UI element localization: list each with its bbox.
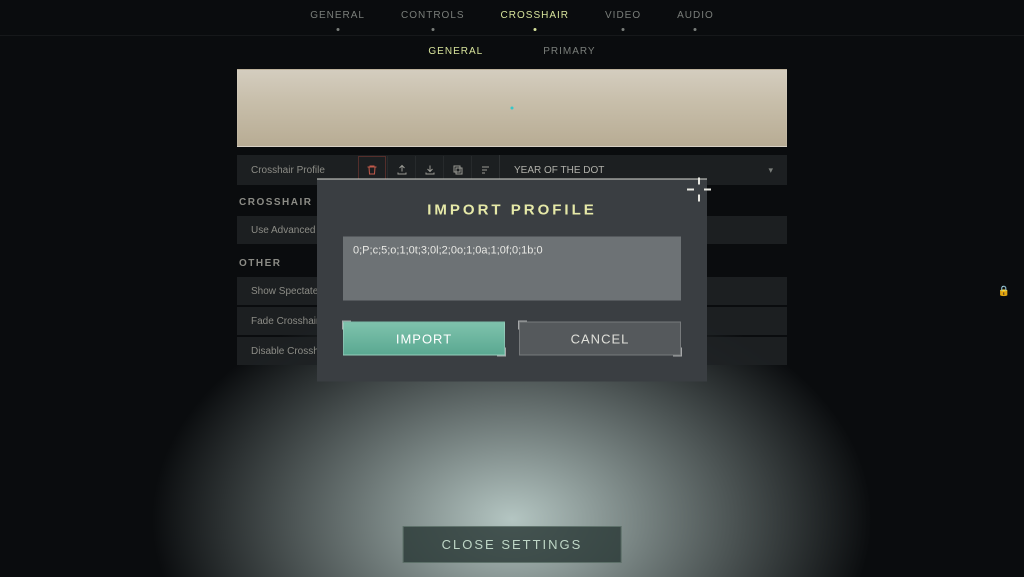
nav-controls[interactable]: CONTROLS	[401, 10, 465, 31]
top-nav: GENERAL CONTROLS CROSSHAIR VIDEO AUDIO	[0, 0, 1024, 36]
nav-general[interactable]: GENERAL	[310, 10, 365, 31]
close-modal-button[interactable]	[685, 176, 713, 204]
lock-icon: 🔒	[998, 286, 1010, 297]
profile-label: Crosshair Profile	[237, 165, 357, 176]
chevron-down-icon: ▾	[768, 165, 773, 176]
subnav-primary[interactable]: PRIMARY	[543, 46, 595, 57]
sub-nav: GENERAL PRIMARY	[0, 36, 1024, 65]
modal-title: IMPORT PROFILE	[343, 202, 681, 219]
nav-crosshair[interactable]: CROSSHAIR	[501, 10, 569, 31]
nav-video[interactable]: VIDEO	[605, 10, 641, 31]
subnav-general[interactable]: GENERAL	[428, 46, 483, 57]
profile-selected: YEAR OF THE DOT	[514, 165, 604, 176]
close-settings-button[interactable]: CLOSE SETTINGS	[403, 526, 622, 563]
profile-code-input[interactable]	[343, 237, 681, 301]
crosshair-preview	[237, 69, 787, 147]
import-profile-modal: IMPORT PROFILE IMPORT CANCEL	[317, 179, 707, 382]
import-button[interactable]: IMPORT	[343, 322, 505, 356]
cancel-button[interactable]: CANCEL	[519, 322, 681, 356]
nav-audio[interactable]: AUDIO	[677, 10, 714, 31]
modal-buttons: IMPORT CANCEL	[343, 322, 681, 356]
